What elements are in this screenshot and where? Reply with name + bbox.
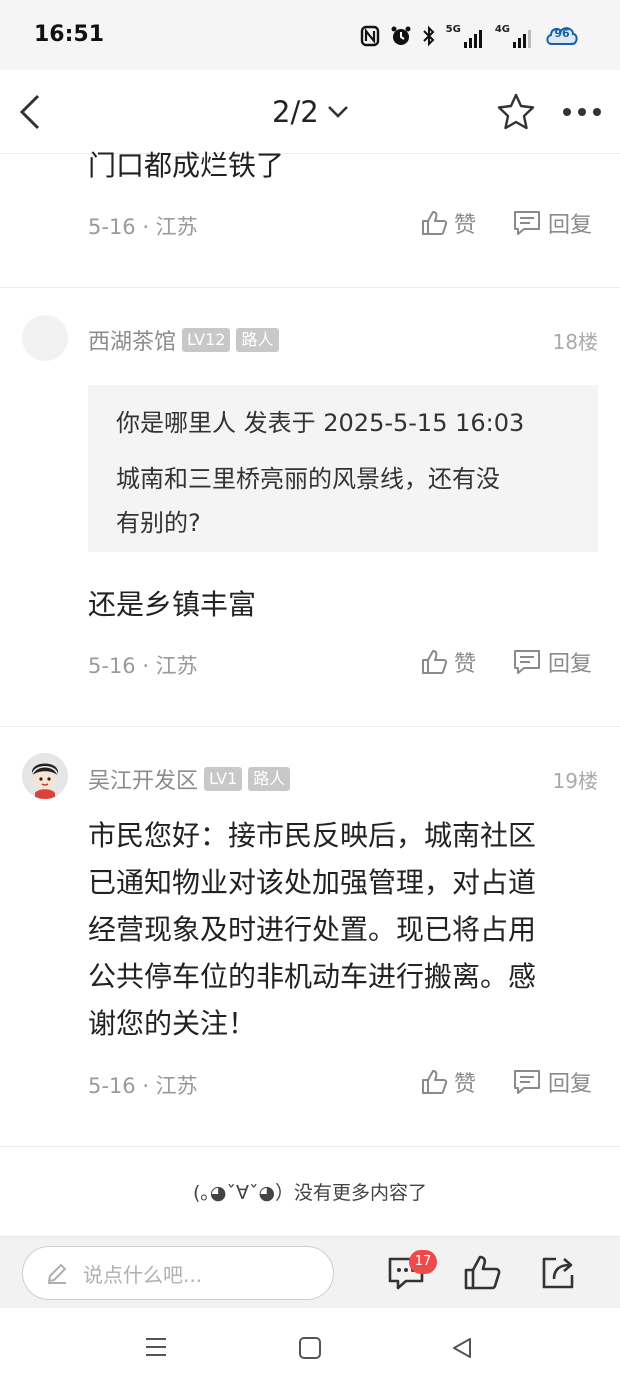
quote-line: 有别的?: [116, 509, 201, 537]
reply-icon: [514, 1070, 540, 1094]
menu-icon: [146, 1338, 166, 1356]
comment-count-badge: 17: [409, 1250, 437, 1274]
alarm-icon: [391, 26, 411, 45]
quote-block[interactable]: 你是哪里人 发表于 2025-5-15 16:03 城南和三里桥亮丽的风景线，还…: [88, 385, 598, 552]
post-meta: 5-16 · 江苏: [88, 1074, 198, 1098]
share-icon: [542, 1257, 574, 1289]
signal-bars-icon: [513, 30, 531, 48]
pencil-icon: [48, 1264, 66, 1284]
network-label-1: 5G: [445, 24, 461, 35]
end-of-content-note: (｡◕ˇ∀ˇ◕）没有更多内容了: [192, 1182, 428, 1204]
status-time: 16:51: [34, 22, 105, 47]
reply-button[interactable]: 回复: [512, 1066, 592, 1098]
system-nav-bar: [0, 1308, 620, 1386]
post-author[interactable]: 西湖茶馆 LV12 路人: [88, 324, 279, 356]
like-button[interactable]: 赞: [420, 207, 476, 239]
page-selector[interactable]: 2/2: [272, 94, 349, 130]
recent-apps-button[interactable]: [144, 1336, 168, 1362]
more-button[interactable]: [560, 100, 604, 124]
post-text: 已通知物业对该处加强管理，对占道: [88, 866, 537, 899]
post-text: 还是乡镇丰富: [88, 588, 257, 621]
username: 吴江开发区: [88, 769, 199, 794]
divider: [0, 1146, 620, 1147]
battery: 96: [544, 24, 580, 48]
post-text: 市民您好：接市民反映后，城南社区: [88, 819, 537, 852]
comment-placeholder: 说点什么吧...: [83, 1262, 203, 1287]
avatar[interactable]: [22, 315, 68, 361]
like-button[interactable]: 赞: [420, 1066, 476, 1098]
reply-icon: [514, 650, 540, 674]
floor-number: 19楼: [552, 769, 598, 793]
signal-5g: 5G: [446, 24, 485, 48]
status-icons: 5G 4G 96: [360, 22, 580, 50]
role-badge: 路人: [248, 767, 291, 791]
back-icon: [19, 94, 40, 130]
home-button[interactable]: [298, 1336, 322, 1364]
network-label-2: 4G: [494, 24, 510, 35]
bottom-action-bar: 说点什么吧...: [0, 1236, 620, 1308]
favorite-button[interactable]: [496, 92, 536, 132]
reply-label: 回复: [548, 1072, 593, 1097]
like-label: 赞: [454, 213, 477, 238]
back-triangle-icon: [453, 1338, 471, 1358]
home-icon: [299, 1337, 321, 1359]
reply-button[interactable]: 回复: [512, 646, 592, 678]
chevron-down-icon: [327, 106, 348, 118]
divider: [0, 287, 620, 288]
like-label: 赞: [454, 652, 477, 677]
nfc-icon: [360, 25, 379, 47]
like-label: 赞: [454, 1072, 477, 1097]
post-text: 经营现象及时进行处置。现已将占用: [88, 913, 537, 946]
like-icon: [422, 211, 448, 235]
bluetooth-icon: [422, 25, 435, 47]
level-badge: LV1: [204, 767, 243, 791]
status-bar: 16:51 5G 4G 96: [0, 0, 620, 70]
page-indicator-text: 2/2: [272, 95, 319, 129]
quote-line: 你是哪里人 发表于 2025-5-15 16:03: [116, 409, 525, 437]
floor-number: 18楼: [552, 330, 598, 354]
post-text: 谢您的关注！: [88, 1007, 257, 1040]
username: 西湖茶馆: [88, 330, 177, 355]
like-icon: [464, 1255, 501, 1290]
reply-label: 回复: [548, 652, 593, 677]
quote-line: 城南和三里桥亮丽的风景线，还有没: [116, 465, 500, 493]
battery-level: 96: [554, 27, 570, 40]
avatar-image: [22, 753, 68, 799]
reply-button[interactable]: 回复: [512, 207, 592, 239]
post-text: 门口都成烂铁了: [88, 149, 285, 182]
like-post-button[interactable]: [462, 1253, 502, 1293]
more-icon: [563, 108, 601, 116]
post-meta: 5-16 · 江苏: [88, 215, 198, 239]
back-button[interactable]: [14, 88, 50, 136]
signal-4g: 4G: [495, 24, 534, 48]
post-text: 公共停车位的非机动车进行搬离。感: [88, 960, 537, 993]
like-button[interactable]: 赞: [420, 646, 476, 678]
level-badge: LV12: [182, 328, 231, 352]
signal-bars-icon: [463, 30, 482, 48]
like-icon: [422, 650, 448, 674]
reply-label: 回复: [548, 213, 593, 238]
post-author[interactable]: 吴江开发区 LV1 路人: [88, 763, 291, 795]
like-icon: [422, 1070, 448, 1094]
post-meta: 5-16 · 江苏: [88, 654, 198, 678]
share-button[interactable]: [538, 1253, 578, 1293]
divider: [0, 726, 620, 727]
star-icon: [497, 93, 535, 130]
reply-icon: [514, 211, 540, 235]
avatar[interactable]: [22, 753, 68, 799]
role-badge: 路人: [236, 328, 279, 352]
system-back-button[interactable]: [450, 1336, 474, 1364]
comment-input[interactable]: 说点什么吧...: [22, 1246, 334, 1300]
